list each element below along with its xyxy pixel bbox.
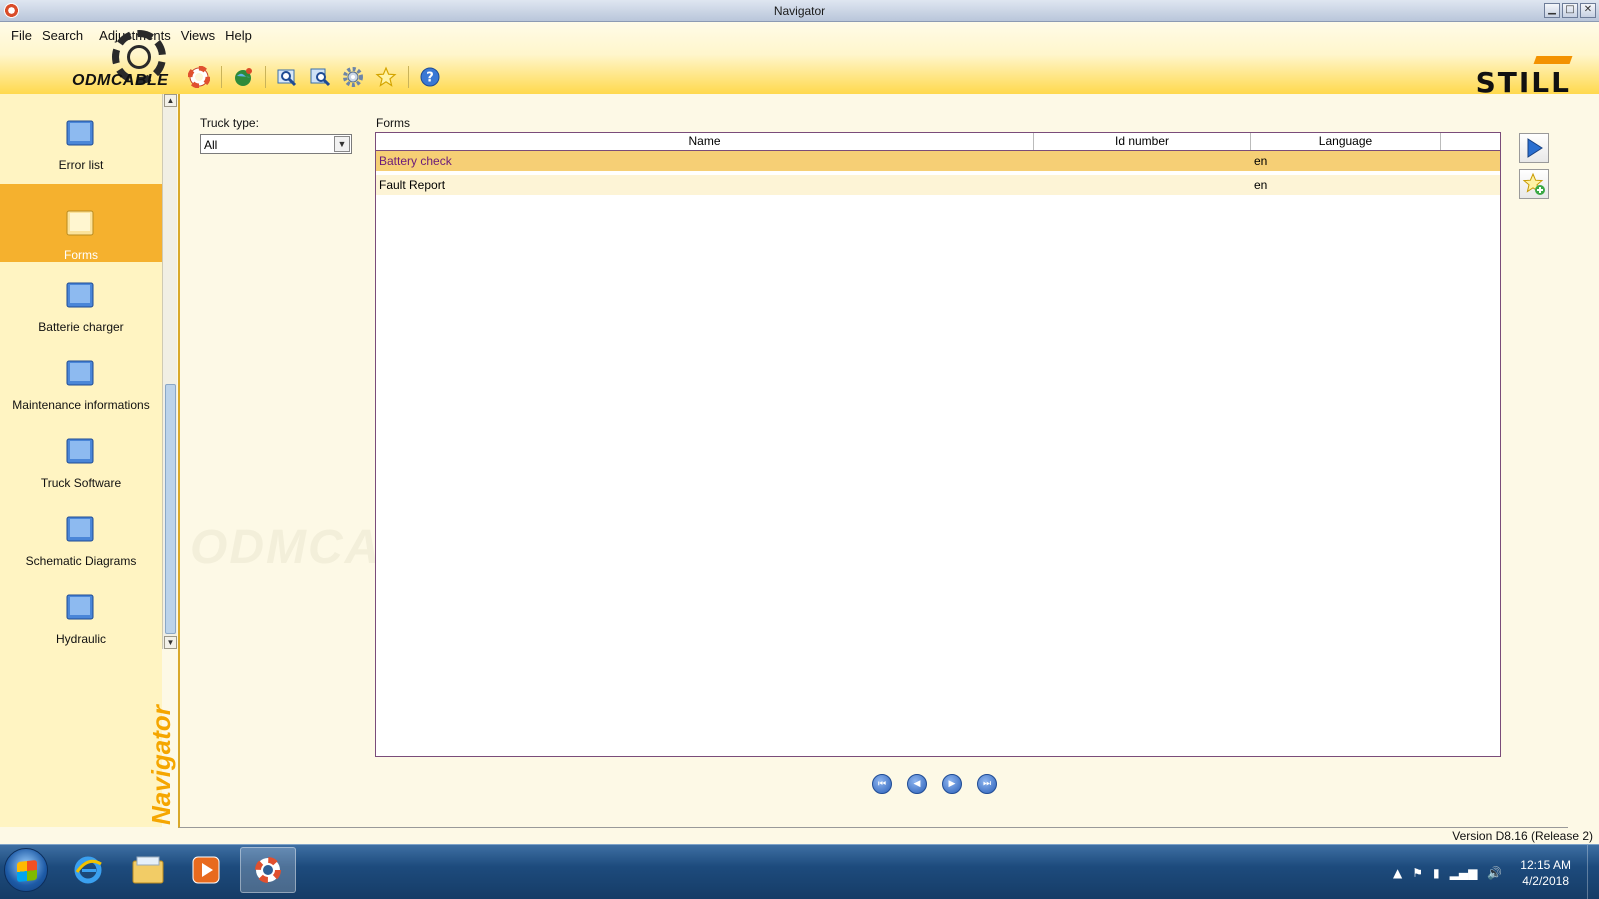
close-button[interactable]: ✕ [1580,3,1596,18]
svg-text:?: ? [426,71,434,86]
sidebar-item-label: Maintenance informations [12,398,150,412]
column-header-extra[interactable] [1441,133,1500,150]
menu-help[interactable]: Help [220,26,257,45]
sidebar-item-batterie-charger[interactable]: Batterie charger [0,256,162,334]
favorites-star-icon[interactable] [373,64,399,90]
maximize-button[interactable]: □ [1562,3,1578,18]
lifebuoy-icon [255,857,281,883]
menu-file[interactable]: File [6,26,37,45]
last-page-icon[interactable]: ⏭ [977,774,997,794]
menu-views[interactable]: Views [176,26,220,45]
window-controls: ▁ □ ✕ [1544,3,1596,18]
chevron-down-icon[interactable]: ▼ [334,136,350,152]
forms-label: Forms [376,116,410,130]
taskbar-internet-explorer[interactable] [60,847,116,893]
book-icon [66,282,94,308]
power-icon[interactable]: ▮ [1433,866,1440,880]
volume-icon[interactable]: 🔊 [1487,866,1502,880]
clock-time: 12:15 AM [1520,857,1571,872]
sidebar-item-schematic-diagrams[interactable]: Schematic Diagrams [0,490,162,568]
sidebar: Error list Forms Batterie charger Mainte… [0,94,162,827]
show-desktop-button[interactable] [1587,845,1599,899]
sidebar-item-hydraulic[interactable]: Hydraulic [0,568,162,646]
cell-name: Fault Report [379,178,446,192]
sidebar-scrollbar[interactable]: ▲ ▼ [162,94,177,649]
sidebar-item-label: Error list [58,158,104,172]
cell-id-number [1034,175,1251,195]
taskbar-navigator-app[interactable] [240,847,296,893]
odmcable-logo: ODMCABLE [70,30,170,94]
scroll-up-arrow-icon[interactable]: ▲ [164,94,177,107]
column-header-id-number[interactable]: Id number [1034,133,1251,150]
sidebar-item-forms[interactable]: Forms [0,184,162,262]
forms-table: Name Id number Language Battery check en… [375,132,1501,757]
sidebar-item-label: Schematic Diagrams [25,554,137,568]
app-header: File Search Adjustments Views Help ODMCA… [0,22,1599,99]
action-center-flag-icon[interactable]: ⚑ [1412,866,1423,880]
odmcable-logo-text: ODMCABLE [72,72,169,89]
title-bar: Navigator ▁ □ ✕ [0,0,1599,22]
book-icon [66,438,94,464]
taskbar: ▲ ⚑ ▮ ▂▄▆ 🔊 12:15 AM 4/2/2018 [0,844,1599,899]
first-page-icon[interactable]: ⏮ [872,774,892,794]
magnifier-icon[interactable] [274,64,300,90]
sidebar-item-error-list[interactable]: Error list [0,94,162,172]
add-favorite-button[interactable] [1519,169,1549,199]
clock[interactable]: 12:15 AM 4/2/2018 [1520,857,1571,889]
sidebar-item-label: Truck Software [40,476,122,490]
internet-explorer-icon [74,856,102,884]
play-arrow-icon [1527,138,1543,158]
column-header-name[interactable]: Name [376,133,1034,150]
help-icon[interactable]: ? [417,64,443,90]
start-button[interactable] [4,848,48,892]
previous-page-icon[interactable]: ◀ [907,774,927,794]
version-label: Version D8.16 (Release 2) [1452,829,1593,843]
truck-type-value: All [204,138,218,152]
folder-icon [132,856,164,884]
cell-name: Battery check [379,154,452,168]
show-hidden-icons-icon[interactable]: ▲ [1393,866,1402,880]
book-icon [66,516,94,542]
globe-icon[interactable] [230,64,256,90]
sidebar-item-label: Hydraulic [55,632,106,646]
truck-type-select[interactable]: All ▼ [200,134,352,154]
pagination: ⏮ ◀ ▶ ⏭ [872,774,997,794]
scrollbar-thumb[interactable] [165,384,176,634]
scroll-down-arrow-icon[interactable]: ▼ [164,636,177,649]
taskbar-media-player[interactable] [178,847,234,893]
truck-type-label: Truck type: [200,116,259,130]
sidebar-item-label: Batterie charger [38,320,124,334]
network-signal-icon[interactable]: ▂▄▆ [1450,866,1478,880]
next-page-icon[interactable]: ▶ [942,774,962,794]
book-icon [66,594,94,620]
book-icon [66,120,94,146]
star-add-icon [1522,172,1545,195]
form-actions [1519,133,1549,205]
cell-id-number [1034,151,1251,171]
open-book-icon [66,210,94,236]
settings-icon[interactable] [340,64,366,90]
sidebar-item-maintenance-informations[interactable]: Maintenance informations [0,334,162,412]
minimize-button[interactable]: ▁ [1544,3,1560,18]
toolbar: ? [186,64,450,90]
table-row[interactable]: Battery check en [376,151,1500,171]
system-tray: ▲ ⚑ ▮ ▂▄▆ 🔊 12:15 AM 4/2/2018 [1393,845,1599,899]
cell-language: en [1254,154,1268,168]
lifebuoy-icon[interactable] [186,64,212,90]
search-list-icon[interactable] [307,64,333,90]
media-player-icon [192,856,220,884]
windows-logo-icon [17,859,37,883]
table-header: Name Id number Language [376,133,1500,151]
column-header-language[interactable]: Language [1251,133,1441,150]
taskbar-file-explorer[interactable] [120,847,176,893]
open-form-button[interactable] [1519,133,1549,163]
clock-date: 4/2/2018 [1522,873,1569,888]
table-row[interactable]: Fault Report en [376,175,1500,195]
cell-language: en [1254,178,1268,192]
book-icon [66,360,94,386]
sidebar-item-truck-software[interactable]: Truck Software [0,412,162,490]
navigator-vertical-title: Navigator [146,705,176,825]
window-title: Navigator [773,4,826,18]
